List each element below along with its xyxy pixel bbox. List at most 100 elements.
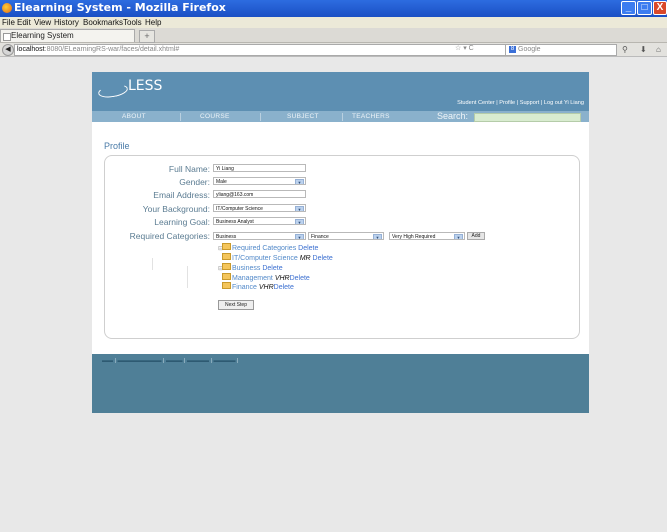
nav-divider bbox=[260, 113, 261, 121]
back-arrow-icon[interactable]: ◀ bbox=[2, 44, 14, 56]
tree-node-label: Required Categories bbox=[232, 245, 297, 252]
menu-file[interactable]: File bbox=[2, 17, 15, 28]
level-badge: MR bbox=[299, 255, 311, 262]
chevron-down-icon: ▼ bbox=[454, 234, 463, 239]
nav-course[interactable]: COURSE bbox=[200, 113, 230, 120]
folder-icon bbox=[222, 273, 231, 280]
menu-history[interactable]: History bbox=[54, 17, 79, 28]
menu-bookmarks[interactable]: Bookmarks bbox=[83, 17, 123, 28]
window-title: Elearning System - Mozilla Firefox bbox=[14, 1, 226, 14]
menu-bar: File Edit View History Bookmarks Tools H… bbox=[0, 17, 667, 28]
site-logo[interactable]: LESS bbox=[128, 78, 162, 94]
full-name-field[interactable]: Yi Liang bbox=[213, 164, 306, 172]
maximize-button[interactable]: □ bbox=[637, 1, 652, 15]
window-titlebar: Elearning System - Mozilla Firefox _ □ X bbox=[0, 0, 667, 17]
footer-links: ▬▬ | ▬▬▬▬▬▬▬▬ | ▬▬▬ | ▬▬▬▬ | ▬▬▬▬ | bbox=[102, 358, 239, 364]
divider bbox=[187, 266, 188, 288]
goal-value: Business Analyst bbox=[216, 219, 254, 225]
background-select[interactable]: IT/Computer Science ▼ bbox=[213, 204, 306, 212]
level-select[interactable]: Very High Required ▼ bbox=[389, 232, 465, 240]
menu-tools[interactable]: Tools bbox=[123, 17, 142, 28]
goal-label: Learning Goal: bbox=[154, 217, 210, 227]
url-bar[interactable]: localhost:8080/ELearningRS-war/faces/det… bbox=[14, 44, 506, 56]
delete-link[interactable]: Delete bbox=[290, 275, 310, 282]
page-title: Profile bbox=[104, 141, 130, 151]
tree-node: Management VHRDelete bbox=[222, 273, 310, 282]
url-path: :8080/ELearningRS-war/faces/detail.xhtml… bbox=[44, 46, 180, 53]
menu-view[interactable]: View bbox=[34, 17, 51, 28]
email-field[interactable]: yliang@163.com bbox=[213, 190, 306, 198]
top-links[interactable]: Student Center | Profile | Support | Log… bbox=[457, 100, 584, 106]
search-box[interactable]: 8 Google bbox=[505, 44, 617, 56]
footer-link[interactable]: ▬▬▬▬ bbox=[214, 358, 236, 364]
folder-icon bbox=[222, 253, 231, 260]
logo-swoosh-icon bbox=[97, 82, 129, 100]
tab-label: Elearning System bbox=[11, 31, 74, 40]
search-icon[interactable]: ⚲ bbox=[622, 45, 628, 54]
divider bbox=[152, 258, 153, 270]
level-value: Very High Required bbox=[392, 234, 436, 240]
level-badge: VHR bbox=[274, 275, 290, 282]
site-header: LESS Student Center | Profile | Support … bbox=[92, 72, 589, 111]
chevron-down-icon: ▼ bbox=[295, 206, 304, 211]
nav-search-label: Search: bbox=[437, 111, 469, 121]
site-search-input[interactable] bbox=[474, 113, 581, 122]
home-icon[interactable]: ⌂ bbox=[656, 45, 661, 54]
category-value: Business bbox=[216, 234, 237, 240]
level-badge: VHR bbox=[258, 284, 274, 291]
tab-bar: Elearning System + bbox=[0, 28, 667, 43]
add-button[interactable]: Add bbox=[467, 232, 485, 240]
site-footer: ▬▬ | ▬▬▬▬▬▬▬▬ | ▬▬▬ | ▬▬▬▬ | ▬▬▬▬ | bbox=[92, 354, 589, 413]
nav-teachers[interactable]: TEACHERS bbox=[352, 113, 390, 120]
folder-icon bbox=[222, 282, 231, 289]
menu-edit[interactable]: Edit bbox=[17, 17, 31, 28]
navigation-bar: ◀ localhost:8080/ELearningRS-war/faces/d… bbox=[0, 43, 667, 57]
gender-select[interactable]: Male ▼ bbox=[213, 177, 306, 185]
background-value: IT/Computer Science bbox=[216, 206, 263, 212]
category-select[interactable]: Business ▼ bbox=[213, 232, 306, 240]
folder-icon bbox=[222, 263, 231, 270]
delete-link[interactable]: Delete bbox=[298, 245, 318, 252]
minimize-button[interactable]: _ bbox=[621, 1, 636, 15]
page-icon bbox=[3, 33, 11, 41]
chevron-down-icon: ▼ bbox=[373, 234, 382, 239]
google-icon: 8 bbox=[509, 46, 516, 53]
reload-icon[interactable]: ☆ ▾ C bbox=[455, 44, 474, 52]
new-tab-button[interactable]: + bbox=[139, 30, 155, 43]
firefox-icon bbox=[2, 3, 12, 13]
menu-help[interactable]: Help bbox=[145, 17, 161, 28]
tree-node: ⊟ Required Categories Delete bbox=[218, 243, 318, 252]
tree-node-label: Finance bbox=[232, 284, 257, 291]
tree-node-label: IT/Computer Science bbox=[232, 255, 298, 262]
full-name-label: Full Name: bbox=[168, 164, 210, 174]
tree-node: IT/Computer Science MR Delete bbox=[222, 253, 333, 262]
nav-divider bbox=[180, 113, 181, 121]
goal-select[interactable]: Business Analyst ▼ bbox=[213, 217, 306, 225]
next-step-button[interactable]: Next Step bbox=[218, 300, 254, 310]
gender-label: Gender: bbox=[179, 177, 210, 187]
tree-node-label: Business bbox=[232, 265, 261, 272]
search-engine-label: Google bbox=[518, 46, 541, 53]
email-label: Email Address: bbox=[153, 190, 210, 200]
footer-link[interactable]: ▬▬▬▬▬▬▬▬ bbox=[118, 358, 162, 364]
footer-link[interactable]: ▬▬▬ bbox=[166, 358, 183, 364]
subcategory-select[interactable]: Finance ▼ bbox=[308, 232, 384, 240]
nav-subject[interactable]: SUBJECT bbox=[287, 113, 319, 120]
download-icon[interactable]: ⬇ bbox=[640, 45, 647, 54]
chevron-down-icon: ▼ bbox=[295, 179, 304, 184]
footer-link[interactable]: ▬▬▬▬ bbox=[187, 358, 209, 364]
chevron-down-icon: ▼ bbox=[295, 219, 304, 224]
footer-link[interactable]: ▬▬ bbox=[102, 358, 113, 364]
close-window-button[interactable]: X bbox=[653, 1, 667, 15]
tree-node-label: Management bbox=[232, 275, 273, 282]
tree-node: ⊟ Business Delete bbox=[218, 263, 283, 272]
url-host: localhost bbox=[17, 46, 45, 53]
tree-node: Finance VHRDelete bbox=[222, 282, 294, 291]
gender-value: Male bbox=[216, 179, 227, 185]
delete-link[interactable]: Delete bbox=[274, 284, 294, 291]
delete-link[interactable]: Delete bbox=[262, 265, 282, 272]
tab-elearning[interactable]: Elearning System bbox=[0, 29, 135, 42]
delete-link[interactable]: Delete bbox=[313, 255, 333, 262]
nav-about[interactable]: ABOUT bbox=[122, 113, 146, 120]
background-label: Your Background: bbox=[142, 204, 210, 214]
